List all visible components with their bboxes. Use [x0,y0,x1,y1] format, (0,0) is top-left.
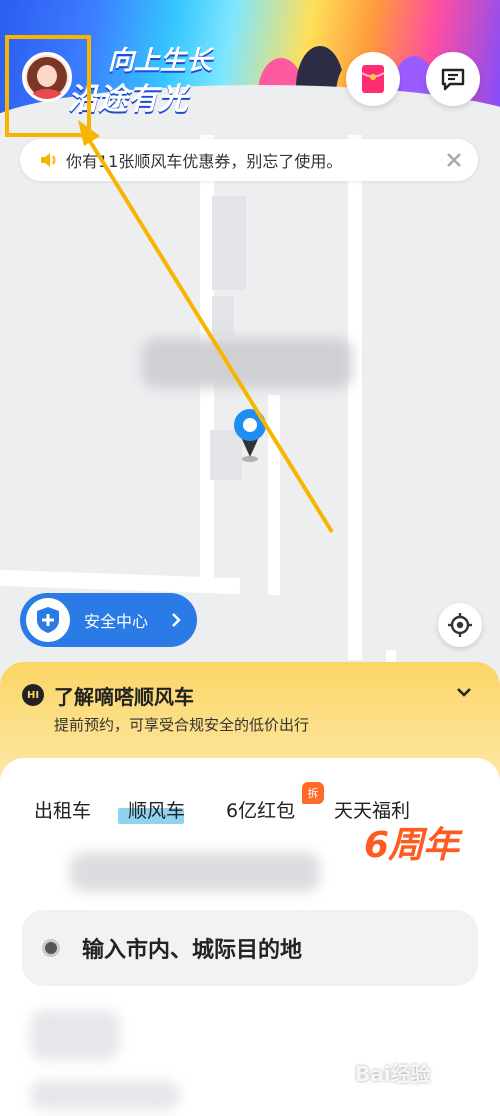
tab-hitch-ride[interactable]: 顺风车 [128,796,185,823]
destination-input[interactable]: 输入市内、城际目的地 [22,910,478,986]
blurred-history-item [30,1080,180,1110]
tab-red-packet[interactable]: 6亿红包 [226,796,295,823]
tab-badge: 拆 [302,782,324,804]
safety-center-button[interactable]: 安全中心 [20,593,197,647]
red-packet-icon [361,65,385,93]
notice-close-button[interactable] [442,148,466,172]
chevron-right-icon [172,613,181,627]
info-card-subtitle: 提前预约，可享受合规安全的低价出行 [54,716,310,734]
location-pin [230,407,270,463]
locate-me-button[interactable] [438,603,482,647]
map-building [212,196,246,290]
message-icon [441,68,465,91]
message-button[interactable] [426,52,480,106]
shield-icon-wrap [26,598,70,642]
destination-dot-icon [42,939,60,957]
hi-icon: HI [22,684,44,706]
speaker-icon [41,153,56,167]
coupon-notice-bar[interactable]: 你有11张顺风车优惠券，别忘了使用。 [20,139,478,181]
red-packet-button[interactable] [346,52,400,106]
blurred-current-location [70,852,320,892]
tab-taxi[interactable]: 出租车 [34,796,91,823]
blurred-map-label [142,338,352,388]
shield-icon [37,607,59,633]
destination-placeholder: 输入市内、城际目的地 [82,938,303,963]
locate-icon [448,613,472,637]
chevron-down-icon[interactable] [455,686,473,698]
watermark: Bai经验 [355,1062,431,1086]
close-icon [447,153,461,167]
anniversary-logo: 6周年 [364,825,459,866]
safety-center-label: 安全中心 [84,612,149,631]
map-road [348,120,362,660]
map-pin-icon [234,409,266,462]
info-card-title: 了解嘀嗒顺风车 [54,685,194,709]
notice-text: 你有11张顺风车优惠券，别忘了使用。 [66,152,343,171]
avatar-highlight-box [5,35,91,137]
banner-slogan-line1: 向上生长 [108,46,213,76]
map-building [212,296,234,336]
blurred-history-item [30,1010,120,1060]
